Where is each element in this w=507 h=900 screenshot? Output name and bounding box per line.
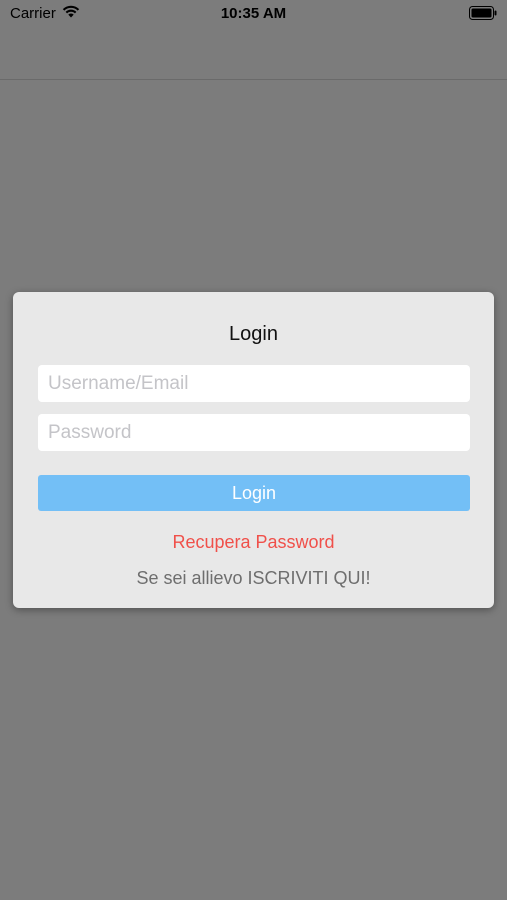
dialog-title: Login	[229, 323, 278, 345]
app-screen: Carrier 10:35 AM Login Login Recupera	[0, 0, 507, 900]
battery-icon	[469, 6, 497, 24]
navigation-bar	[0, 28, 507, 80]
username-email-field[interactable]	[38, 365, 470, 402]
login-button[interactable]: Login	[38, 475, 470, 511]
password-field[interactable]	[38, 414, 470, 451]
register-link[interactable]: Se sei allievo ISCRIVITI QUI!	[13, 568, 494, 589]
status-time: 10:35 AM	[220, 5, 287, 22]
login-dialog: Login Login Recupera Password Se sei all…	[13, 292, 494, 608]
status-bar: Carrier 10:35 AM	[0, 0, 507, 28]
recover-password-link[interactable]: Recupera Password	[13, 532, 494, 553]
